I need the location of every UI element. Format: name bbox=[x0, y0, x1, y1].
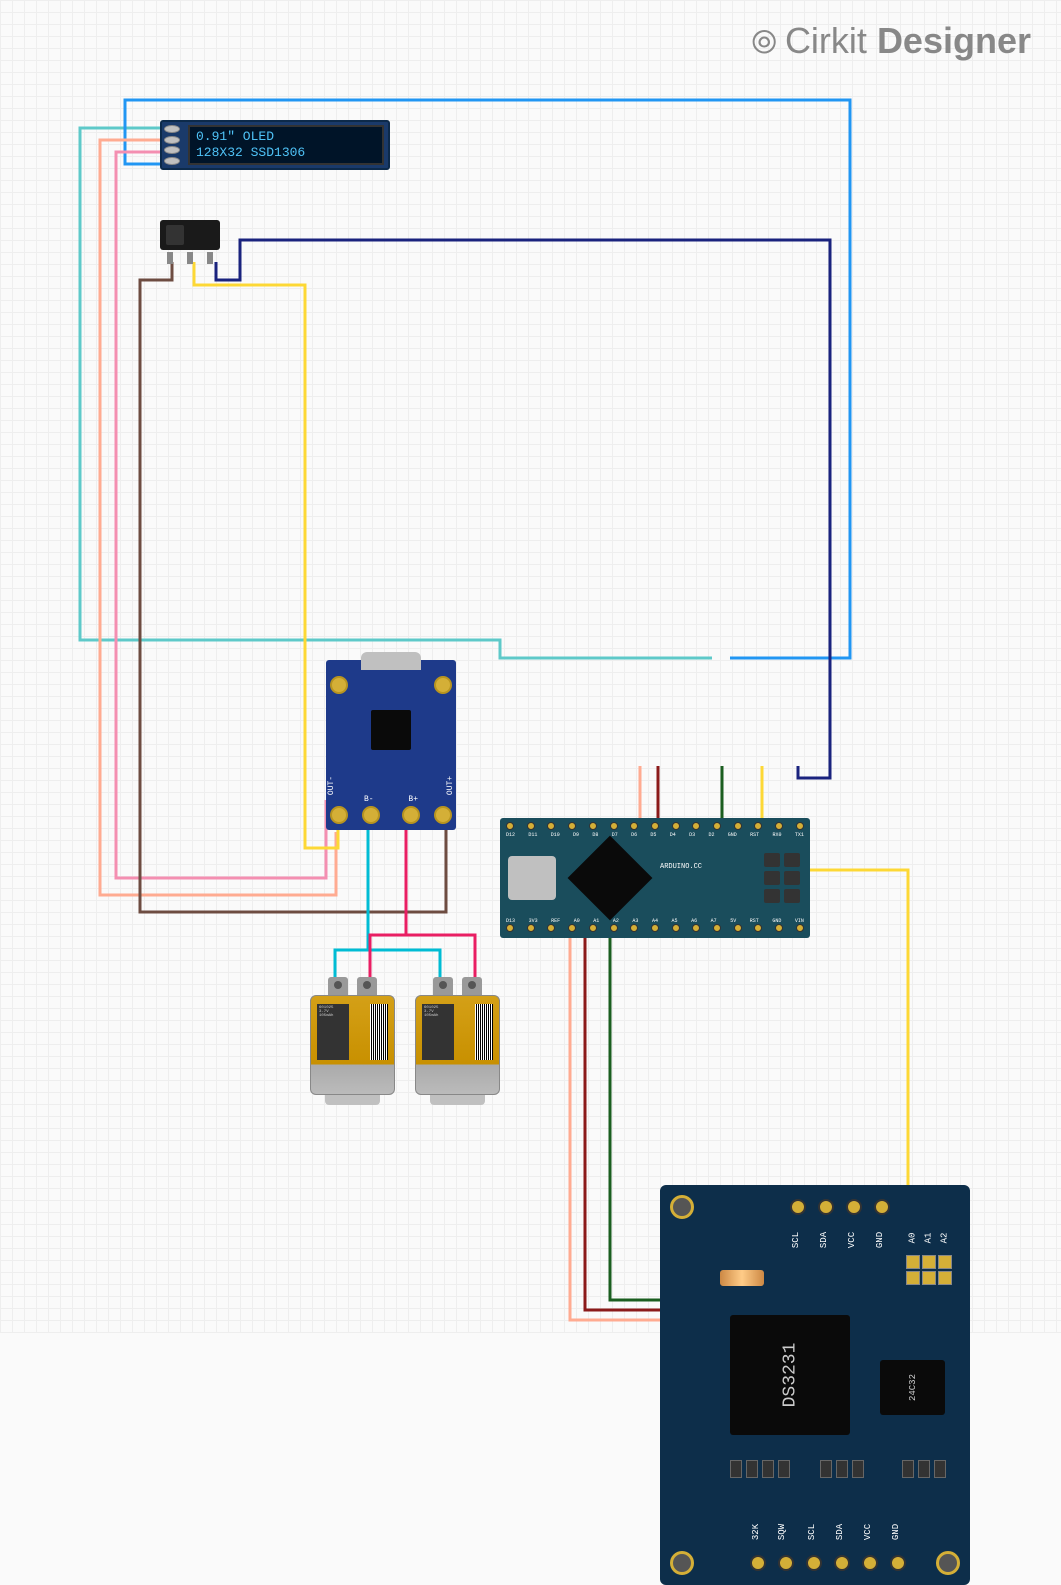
lipo-battery-1[interactable]: 601025 3.7V 105mAh bbox=[310, 975, 395, 1105]
rtc-addr-pads bbox=[906, 1255, 952, 1269]
rtc-label-a1: A1 bbox=[924, 1233, 934, 1244]
rtc-label-scl: SCL bbox=[807, 1524, 817, 1540]
switch-pin-3 bbox=[207, 252, 213, 264]
slide-switch[interactable] bbox=[160, 220, 220, 265]
logo-text-2: Designer bbox=[877, 20, 1031, 61]
rtc-label-a2: A2 bbox=[940, 1233, 950, 1244]
lipo1-label: 601025 3.7V 105mAh bbox=[317, 1004, 349, 1060]
rtc-label-sda: SDA bbox=[835, 1524, 845, 1540]
switch-knob bbox=[166, 225, 184, 245]
tp4056-in-minus bbox=[330, 676, 348, 694]
rtc-label-top-gnd: GND bbox=[875, 1232, 885, 1248]
lipo1-foot bbox=[325, 1095, 380, 1105]
nano-pins-top-row bbox=[506, 822, 804, 832]
tp4056-label-bplus: B+ bbox=[408, 795, 418, 804]
rtc-smd-row2 bbox=[820, 1460, 864, 1478]
oled-screen: 0.91" OLED 128X32 SSD1306 bbox=[188, 125, 384, 165]
switch-pin-1 bbox=[167, 252, 173, 264]
rtc-smd-row1 bbox=[730, 1460, 790, 1478]
lipo1-tab-plus bbox=[328, 977, 348, 995]
nano-mcu-chip bbox=[568, 836, 653, 921]
rtc-crystal bbox=[720, 1270, 764, 1286]
rtc-pin-scl bbox=[806, 1555, 822, 1571]
rtc-mounting-hole-bl bbox=[670, 1551, 694, 1575]
rtc-pin-32k bbox=[750, 1555, 766, 1571]
tp4056-usb-port bbox=[361, 652, 421, 670]
rtc-pin-top-gnd bbox=[874, 1199, 890, 1215]
logo-text-1: Cirkit bbox=[785, 20, 867, 61]
rtc-eeprom-chip: 24C32 bbox=[880, 1360, 945, 1415]
oled-pin-vcc bbox=[164, 136, 180, 144]
lipo2-foot bbox=[430, 1095, 485, 1105]
switch-pin-2 bbox=[187, 252, 193, 264]
lipo2-label: 601025 3.7V 105mAh bbox=[422, 1004, 454, 1060]
nano-labels-bottom: D133V3REFA0A1A2A3A4A5A6A75VRSTGNDVIN bbox=[506, 918, 804, 924]
lipo2-tab-plus bbox=[433, 977, 453, 995]
tp4056-label-bminus: B- bbox=[364, 795, 374, 804]
rtc-module[interactable]: DS3231 24C32 SCL SDA VCC GND 32K SQW SCL… bbox=[660, 1185, 970, 1585]
lipo1-tabs bbox=[310, 975, 395, 995]
lipo2-body: 601025 3.7V 105mAh bbox=[415, 995, 500, 1095]
oled-line1: 0.91" OLED bbox=[196, 129, 382, 145]
lipo1-barcode bbox=[370, 1004, 388, 1060]
rtc-label-vcc: VCC bbox=[863, 1524, 873, 1540]
rtc-label-32k: 32K bbox=[751, 1524, 761, 1540]
lipo-battery-2[interactable]: 601025 3.7V 105mAh bbox=[415, 975, 500, 1105]
lipo1-body: 601025 3.7V 105mAh bbox=[310, 995, 395, 1095]
lipo1-tab-minus bbox=[357, 977, 377, 995]
oled-pin-sda bbox=[164, 157, 180, 165]
lipo2-tabs bbox=[415, 975, 500, 995]
rtc-label-top-sda: SDA bbox=[819, 1232, 829, 1248]
oled-line2: 128X32 SSD1306 bbox=[196, 145, 382, 161]
tp4056-charger[interactable]: B- B+ OUT- OUT+ bbox=[326, 660, 456, 830]
arduino-nano[interactable]: ARDUINO.CC D12D11D10D9D8D7D6D5D4D3D2GNDR… bbox=[500, 818, 810, 938]
switch-body bbox=[160, 220, 220, 250]
lipo2-barcode bbox=[475, 1004, 493, 1060]
tp4056-in-plus bbox=[434, 676, 452, 694]
rtc-mounting-hole-tl bbox=[670, 1195, 694, 1219]
rtc-label-a0: A0 bbox=[908, 1233, 918, 1244]
logo-icon: ⦾ bbox=[751, 24, 777, 60]
rtc-pin-vcc bbox=[862, 1555, 878, 1571]
nano-icsp-header bbox=[764, 853, 800, 903]
rtc-pin-sqw bbox=[778, 1555, 794, 1571]
rtc-pin-top-sda bbox=[818, 1199, 834, 1215]
app-logo: ⦾Cirkit Designer bbox=[751, 20, 1031, 62]
oled-display[interactable]: 0.91" OLED 128X32 SSD1306 bbox=[160, 120, 390, 170]
tp4056-ic bbox=[371, 710, 411, 750]
tp4056-out-minus bbox=[330, 806, 348, 824]
oled-pin-gnd bbox=[164, 125, 180, 133]
tp4056-label-outminus: OUT- bbox=[327, 776, 336, 795]
nano-pins-bottom-row bbox=[506, 924, 804, 934]
rtc-addr-pads-2 bbox=[906, 1271, 952, 1285]
rtc-pin-top-scl bbox=[790, 1199, 806, 1215]
rtc-mounting-hole-br bbox=[936, 1551, 960, 1575]
rtc-label-gnd: GND bbox=[891, 1524, 901, 1540]
rtc-ds3231-chip: DS3231 bbox=[730, 1315, 850, 1435]
rtc-smd-row3 bbox=[902, 1460, 946, 1478]
rtc-label-top-scl: SCL bbox=[791, 1232, 801, 1248]
lipo2-tab-minus bbox=[462, 977, 482, 995]
rtc-top-pins bbox=[790, 1199, 890, 1215]
rtc-pin-sda bbox=[834, 1555, 850, 1571]
tp4056-out-plus bbox=[434, 806, 452, 824]
rtc-label-top-vcc: VCC bbox=[847, 1232, 857, 1248]
tp4056-b-plus bbox=[402, 806, 420, 824]
rtc-pin-gnd bbox=[890, 1555, 906, 1571]
nano-brand-text: ARDUINO.CC bbox=[660, 863, 702, 871]
rtc-bottom-pins bbox=[750, 1555, 906, 1571]
tp4056-b-minus bbox=[362, 806, 380, 824]
nano-labels-top: D12D11D10D9D8D7D6D5D4D3D2GNDRSTRX0TX1 bbox=[506, 832, 804, 838]
tp4056-label-outplus: OUT+ bbox=[446, 776, 455, 795]
rtc-label-sqw: SQW bbox=[777, 1524, 787, 1540]
oled-pin-header bbox=[162, 122, 184, 168]
nano-usb-port bbox=[508, 856, 556, 900]
oled-pin-sck bbox=[164, 146, 180, 154]
canvas-grid bbox=[0, 0, 1061, 1333]
rtc-pin-top-vcc bbox=[846, 1199, 862, 1215]
switch-pins bbox=[160, 252, 220, 264]
